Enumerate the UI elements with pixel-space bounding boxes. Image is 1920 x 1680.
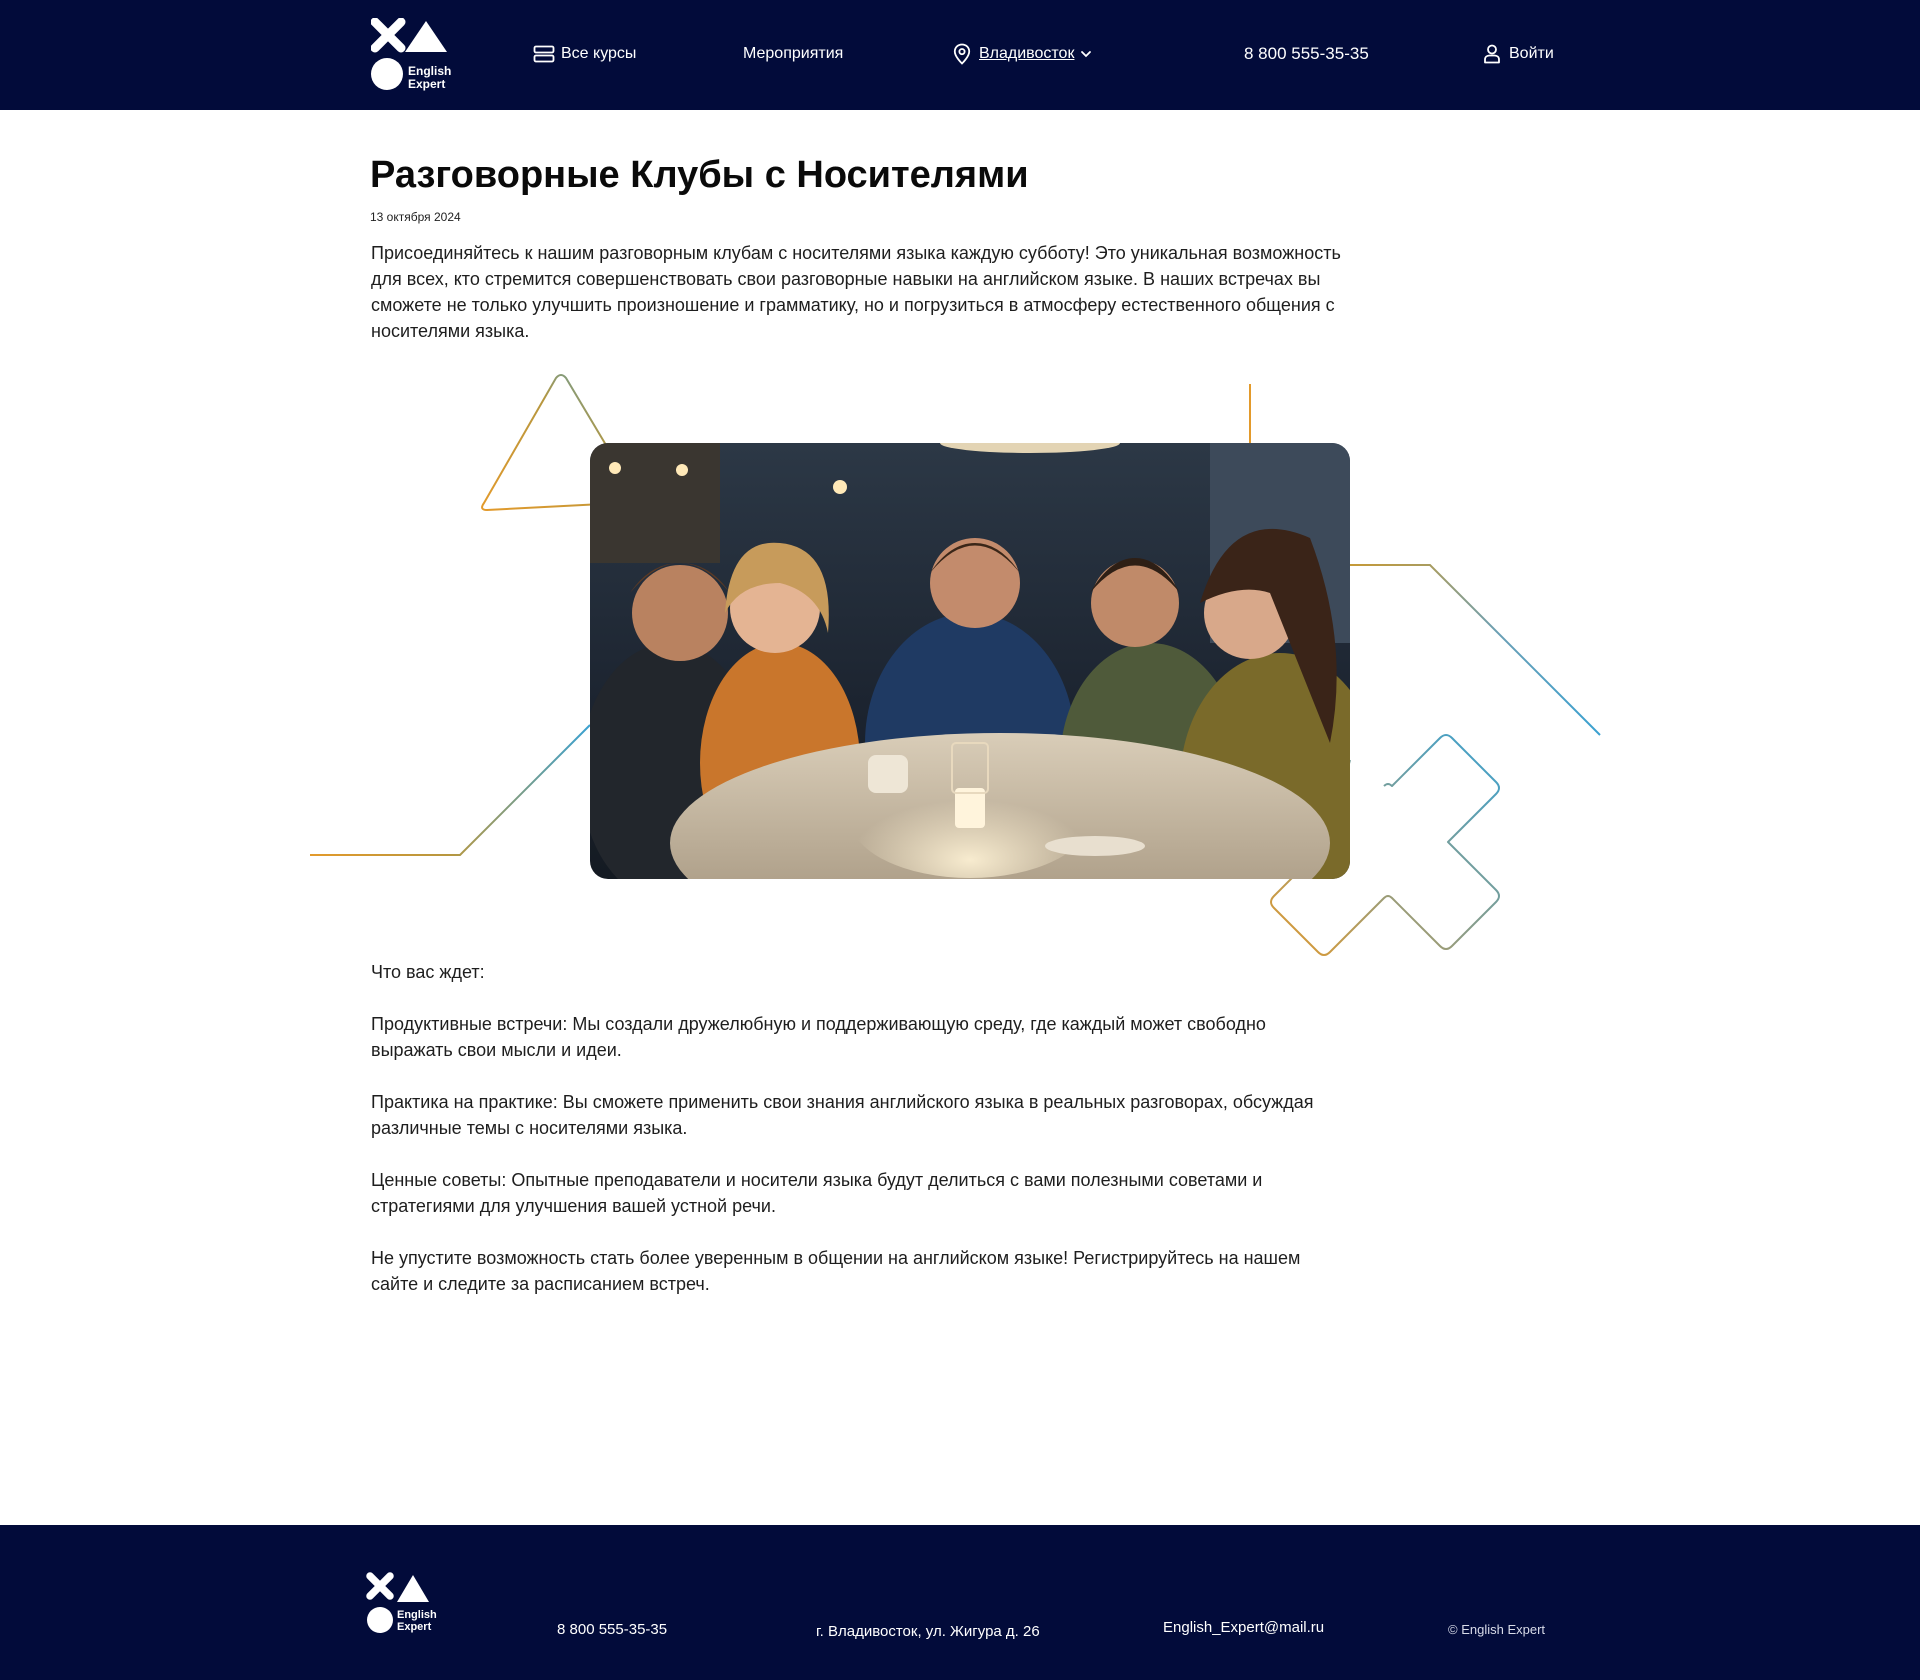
logo-wordmark: English Expert bbox=[408, 65, 451, 90]
footer-copyright: © English Expert bbox=[1448, 1622, 1546, 1637]
footer-logo-wordmark: English Expert bbox=[397, 1609, 437, 1633]
logo-link[interactable]: English Expert bbox=[371, 18, 461, 94]
logo-line-1: English bbox=[408, 64, 452, 78]
article-paragraph: Не упустите возможность стать более увер… bbox=[371, 1248, 1301, 1294]
user-icon bbox=[1484, 44, 1500, 64]
login-button[interactable]: Войти bbox=[1483, 0, 1554, 108]
footer-address: г. Владивосток, ул. Жигура д. 26 bbox=[816, 1623, 1040, 1640]
logo-line-2: Expert bbox=[397, 1620, 432, 1633]
footer-logo-link[interactable]: English Expert bbox=[366, 1572, 446, 1636]
page-title: Разговорные Клубы с Носителями bbox=[370, 154, 1029, 196]
login-label: Войти bbox=[1509, 45, 1554, 62]
left-line-shape bbox=[310, 724, 591, 856]
article-paragraph: Практика на практике: Вы сможете примени… bbox=[371, 1092, 1314, 1138]
article-paragraph: Ценные советы: Опытные преподаватели и н… bbox=[371, 1170, 1263, 1216]
city-selector[interactable]: Владивосток bbox=[953, 0, 1092, 108]
nav-all-courses[interactable]: Все курсы bbox=[533, 0, 636, 108]
article-paragraph: Продуктивные встречи: Мы создали дружелю… bbox=[371, 1014, 1266, 1060]
header-phone-link[interactable]: 8 800 555-35-35 bbox=[1244, 0, 1369, 108]
nav-events[interactable]: Мероприятия bbox=[743, 0, 843, 108]
article-paragraph: Что вас ждет: bbox=[371, 962, 485, 982]
site-footer: English Expert 8 800 555-35-35 г. Владив… bbox=[0, 1525, 1920, 1680]
nav-events-label: Мероприятия bbox=[743, 45, 844, 62]
city-label: Владивосток bbox=[979, 45, 1075, 62]
article-date: 13 октября 2024 bbox=[370, 210, 461, 224]
logo-line-2: Expert bbox=[408, 76, 446, 91]
site-header: English Expert Все курсы Мероприятия Вла… bbox=[0, 0, 1920, 110]
nav-all-courses-label: Все курсы bbox=[561, 45, 637, 62]
logo-line-1: English bbox=[397, 1609, 437, 1621]
hero-image bbox=[590, 443, 1350, 879]
footer-phone-link[interactable]: 8 800 555-35-35 bbox=[557, 1621, 667, 1638]
right-line-shape bbox=[1350, 564, 1601, 736]
courses-icon bbox=[533, 45, 555, 63]
chevron-down-icon bbox=[1081, 51, 1092, 58]
club-photo-illustration bbox=[590, 443, 1350, 879]
location-pin-icon bbox=[953, 43, 971, 65]
article-intro: Присоединяйтесь к нашим разговорным клуб… bbox=[371, 243, 1341, 341]
footer-email-link[interactable]: English_Expert@mail.ru bbox=[1163, 1619, 1324, 1636]
header-phone-label: 8 800 555-35-35 bbox=[1244, 44, 1369, 63]
article-body: Что вас ждет: Продуктивные встречи: Мы с… bbox=[371, 959, 1351, 1323]
